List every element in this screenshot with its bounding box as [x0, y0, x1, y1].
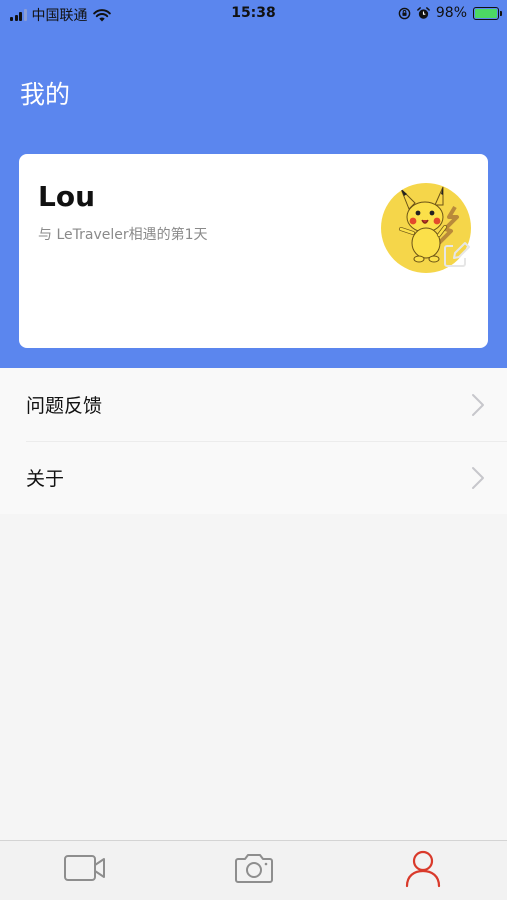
camera-icon — [234, 853, 273, 883]
tab-camera[interactable] — [214, 844, 294, 892]
menu-item-label: 问题反馈 — [26, 395, 103, 417]
tab-video[interactable] — [45, 844, 125, 892]
user-subtitle: 与 LeTraveler相遇的第1天 — [38, 227, 208, 243]
battery-level — [475, 8, 497, 18]
menu-item-about[interactable]: 关于 — [0, 441, 507, 514]
status-bar: 中国联通 15:38 98% — [0, 0, 507, 28]
video-camera-icon — [63, 854, 105, 881]
menu-item-label: 关于 — [26, 468, 65, 490]
orientation-lock-icon — [398, 7, 411, 19]
alarm-icon — [417, 6, 430, 19]
person-icon — [405, 850, 440, 887]
profile-card[interactable]: Lou 与 LeTraveler相遇的第1天 — [19, 154, 488, 348]
settings-menu: 问题反馈 关于 — [0, 368, 507, 514]
status-right: 98% — [398, 5, 502, 21]
chevron-right-icon — [472, 466, 484, 489]
battery-icon — [473, 6, 502, 20]
tab-bar — [0, 840, 507, 900]
tab-profile[interactable] — [383, 844, 463, 892]
page-title: 我的 — [20, 80, 71, 109]
menu-item-feedback[interactable]: 问题反馈 — [0, 368, 507, 441]
user-name: Lou — [38, 180, 96, 213]
battery-percent: 98% — [435, 5, 467, 21]
chevron-right-icon — [472, 393, 484, 416]
edit-icon[interactable] — [441, 240, 471, 270]
